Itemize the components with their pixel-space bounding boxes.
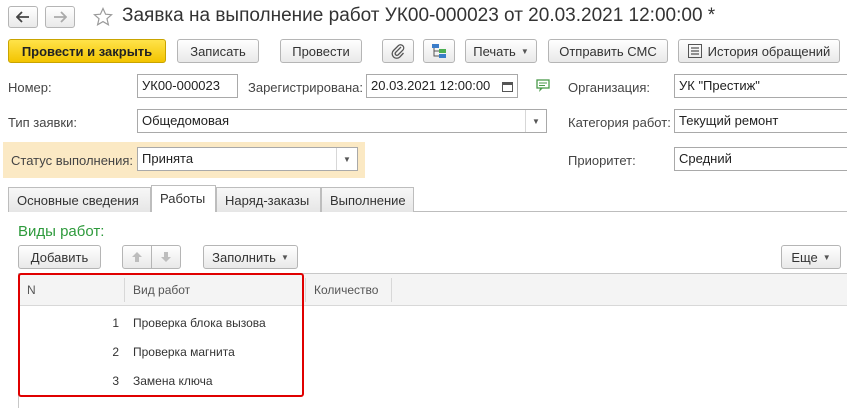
more-label: Еще: [791, 249, 818, 265]
priority-field[interactable]: Средний: [674, 147, 847, 171]
number-label: Номер:: [8, 80, 52, 95]
save-button[interactable]: Записать: [177, 39, 259, 63]
print-label: Печать: [473, 43, 516, 59]
tab-execution[interactable]: Выполнение: [321, 187, 414, 212]
move-down-button[interactable]: [151, 245, 181, 269]
registered-label: Зарегистрирована:: [248, 80, 363, 95]
arrow-up-icon: [131, 251, 143, 263]
attach-button[interactable]: [382, 39, 414, 63]
work-category-field[interactable]: Текущий ремонт: [674, 109, 847, 133]
chevron-down-icon: ▼: [280, 252, 289, 262]
send-sms-button[interactable]: Отправить СМС: [548, 39, 668, 63]
request-type-select[interactable]: Общедомовая ▼: [137, 109, 547, 133]
fill-button[interactable]: Заполнить ▼: [203, 245, 298, 269]
registered-date-value: 20.03.2021 12:00:00: [371, 78, 491, 93]
organization-field[interactable]: УК "Престиж": [674, 74, 847, 98]
fill-label: Заполнить: [212, 249, 276, 265]
back-button[interactable]: [8, 6, 38, 28]
forward-button[interactable]: [45, 6, 75, 28]
tab-main-info[interactable]: Основные сведения: [8, 187, 151, 212]
tab-works[interactable]: Работы: [151, 185, 216, 212]
status-label: Статус выполнения:: [11, 153, 134, 168]
comment-icon[interactable]: [536, 78, 552, 94]
add-button[interactable]: Добавить: [18, 245, 101, 269]
chevron-down-icon: ▼: [822, 252, 831, 262]
registered-date-field[interactable]: 20.03.2021 12:00:00: [366, 74, 518, 98]
window-title: Заявка на выполнение работ УК00-000023 о…: [122, 5, 716, 26]
post-button[interactable]: Провести: [280, 39, 362, 63]
chevron-down-icon[interactable]: ▼: [525, 110, 546, 132]
priority-label: Приоритет:: [568, 153, 636, 168]
header-divider: [391, 278, 392, 302]
arrow-down-icon: [160, 251, 172, 263]
arrow-right-icon: [53, 11, 67, 23]
request-type-value: Общедомовая: [142, 113, 230, 128]
paperclip-icon: [391, 43, 405, 59]
calendar-icon[interactable]: [497, 75, 517, 97]
number-field[interactable]: УК00-000023: [137, 74, 238, 98]
more-button[interactable]: Еще ▼: [781, 245, 841, 269]
request-type-label: Тип заявки:: [8, 115, 77, 130]
move-up-button[interactable]: [122, 245, 152, 269]
post-and-close-button[interactable]: Провести и закрыть: [8, 39, 166, 63]
title-bar: Заявка на выполнение работ УК00-000023 о…: [0, 0, 847, 36]
list-icon: [687, 44, 702, 58]
column-header-quantity[interactable]: Количество: [314, 283, 378, 297]
chevron-down-icon[interactable]: ▼: [336, 148, 357, 170]
header-divider: [305, 278, 306, 302]
history-button[interactable]: История обращений: [678, 39, 840, 63]
tab-work-orders[interactable]: Наряд-заказы: [216, 187, 321, 212]
print-button[interactable]: Печать ▼: [465, 39, 537, 63]
history-label: История обращений: [707, 43, 831, 59]
status-value: Принята: [142, 151, 194, 166]
structure-button[interactable]: [423, 39, 455, 63]
organization-label: Организация:: [568, 80, 651, 95]
works-section-title: Виды работ:: [18, 223, 105, 240]
chevron-down-icon: ▼: [520, 46, 529, 56]
arrow-left-icon: [16, 11, 30, 23]
favorite-star-icon[interactable]: [92, 6, 114, 28]
structure-icon: [431, 43, 447, 59]
selection-frame: [18, 273, 304, 397]
status-select[interactable]: Принята ▼: [137, 147, 358, 171]
work-category-label: Категория работ:: [568, 115, 671, 130]
